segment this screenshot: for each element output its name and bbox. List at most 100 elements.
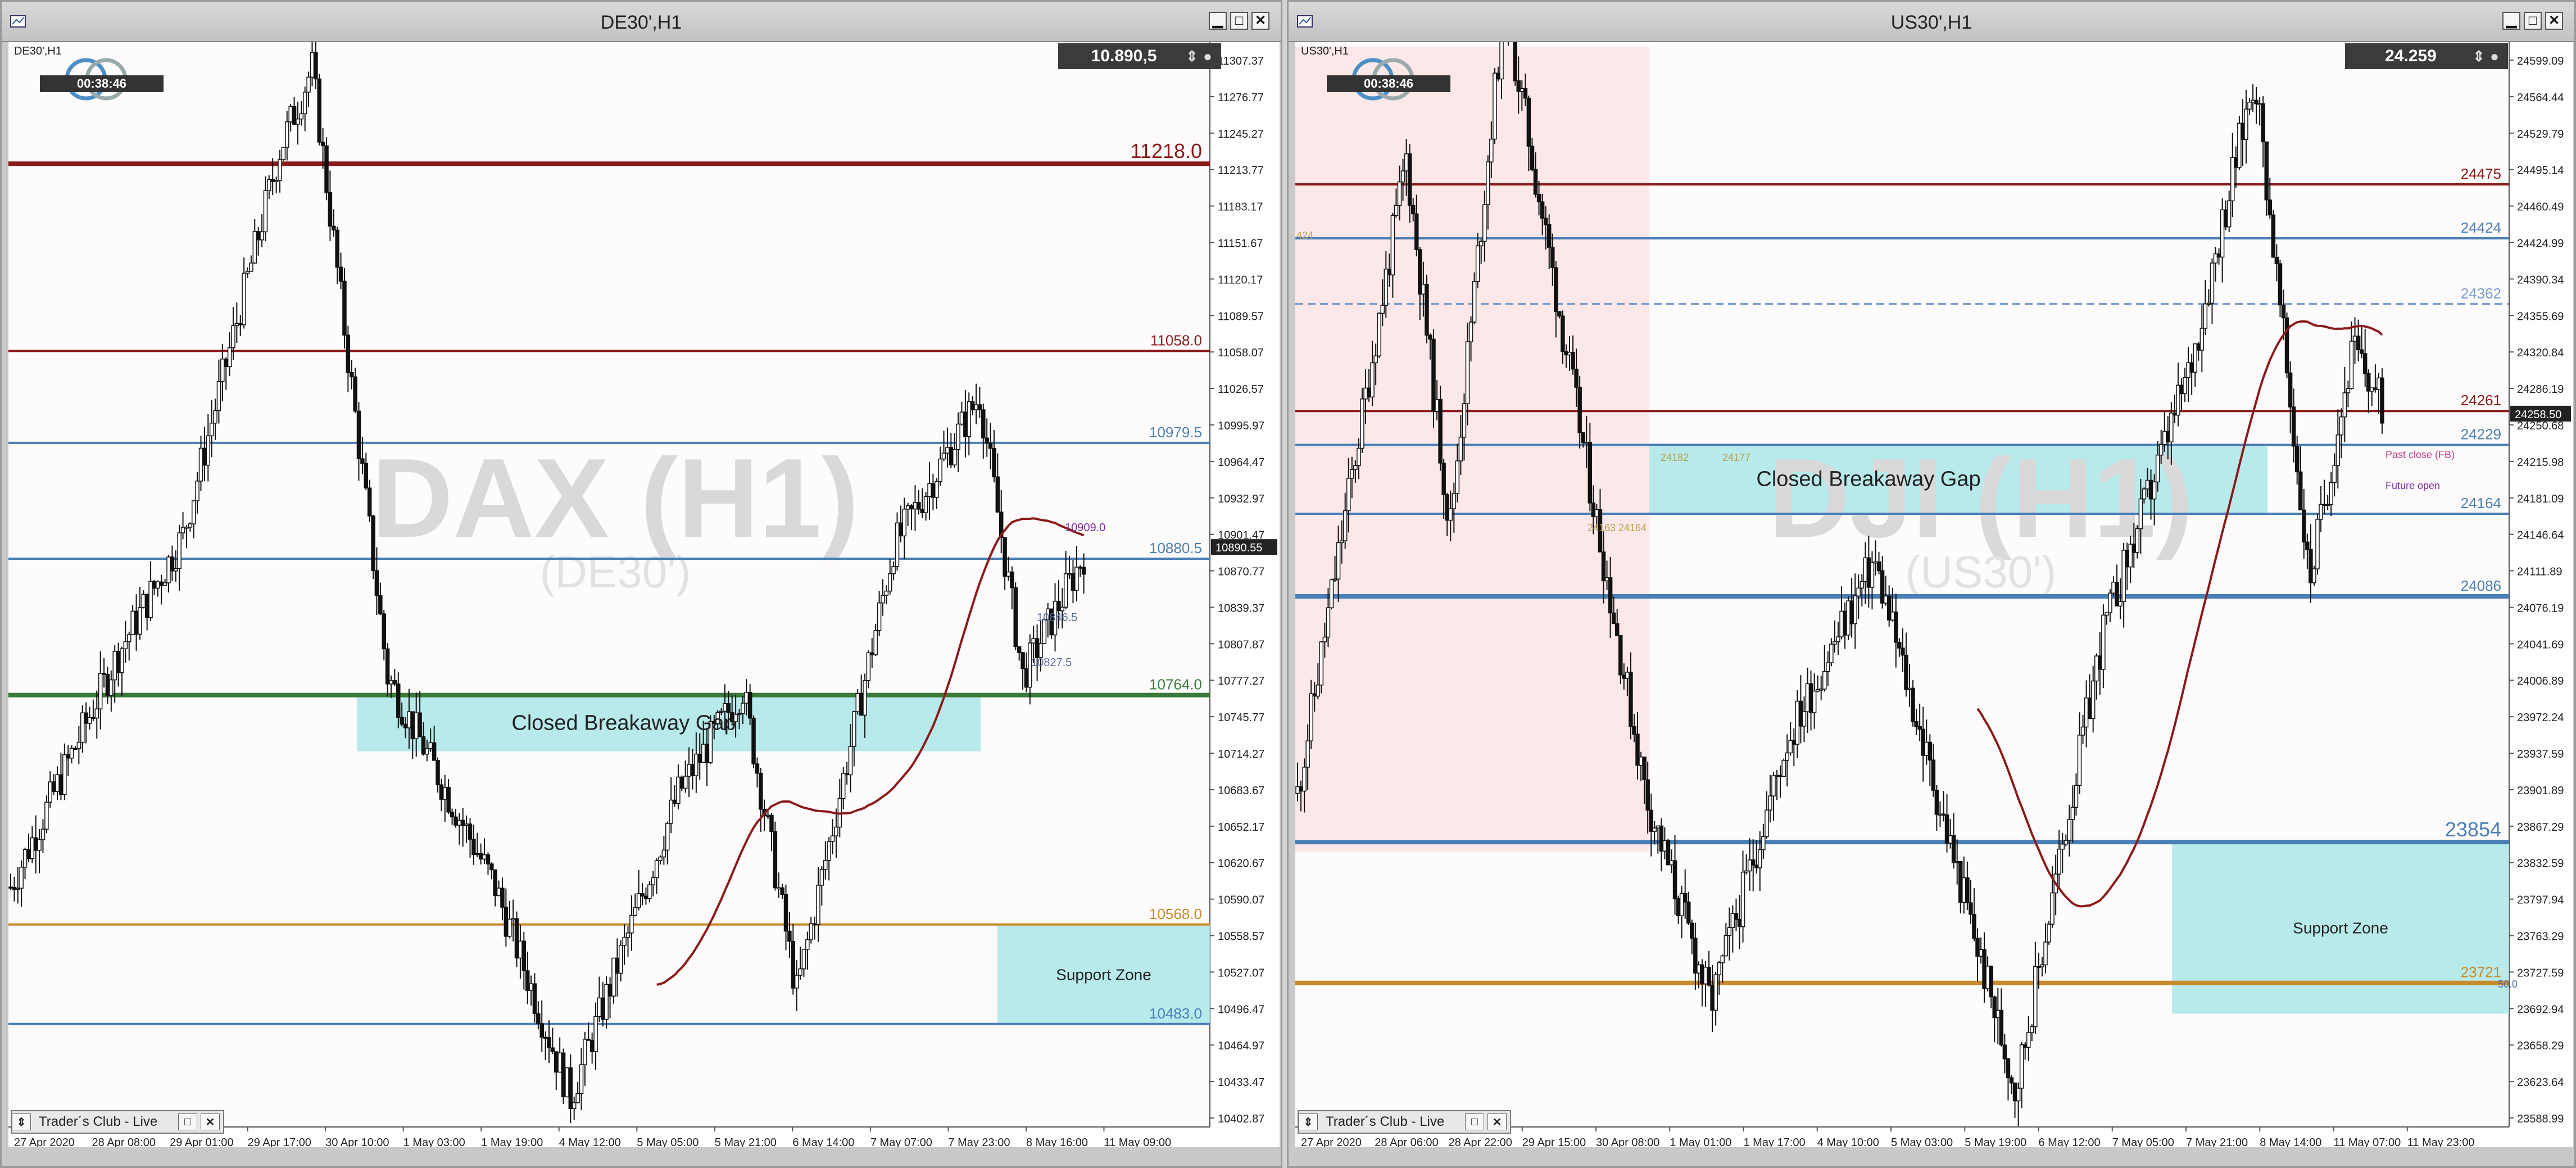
right-chart-window[interactable]: US30',H1 ▁ □ ✕ DJI (H1) (US30') US30',H1 24… (1287, 0, 2576, 1168)
price-display[interactable]: 24.259 ⇕ ● (2345, 43, 2508, 69)
candle-body (1679, 893, 1684, 916)
toggle-icon[interactable]: ● (1200, 48, 1216, 65)
candle-body (1523, 88, 1528, 99)
candle-body (1571, 351, 1575, 370)
candle-body (554, 1051, 559, 1073)
toggle-icon[interactable]: ● (2487, 48, 2502, 65)
candle-body (1370, 362, 1375, 398)
candle-body (2226, 200, 2232, 228)
minimize-button[interactable]: ▁ (1209, 12, 1227, 30)
candle-body (895, 522, 900, 567)
candle-body (543, 1036, 548, 1039)
candle-body (819, 869, 824, 886)
panel-close-icon[interactable]: ✕ (201, 1113, 220, 1130)
candle-body (1931, 759, 1936, 791)
candle-body (267, 179, 271, 191)
candle-body (690, 764, 695, 776)
candle-body (256, 231, 261, 241)
candle-body (1452, 493, 1457, 509)
candle-body (1024, 668, 1029, 688)
left-chart-window[interactable]: DE30',H1 ▁ □ ✕ DAX (H1) (DE30') DE30',H1 11… (0, 0, 1282, 1168)
close-button[interactable]: ✕ (1251, 12, 1269, 30)
candle-body (2101, 614, 2106, 670)
candle-body (2115, 582, 2119, 606)
panel-maximize-icon[interactable]: □ (1465, 1113, 1484, 1130)
candle-body (1805, 683, 1810, 712)
candle-body (2173, 413, 2177, 416)
left-price-chart[interactable]: DAX (H1)(DE30') DE30',H1 11218.0 11058.0 109… (8, 42, 1280, 1147)
candle-body (2131, 544, 2137, 553)
candle-body (1754, 864, 1759, 868)
time-axis-label: 1 May 17:00 (1744, 1137, 1806, 1147)
candle-body (58, 774, 64, 795)
candle-body (881, 595, 885, 604)
candle-body (2125, 550, 2129, 568)
price-axis-label: 10620.67 (1218, 858, 1264, 870)
candle-body (1921, 728, 1925, 756)
candle-body (629, 915, 634, 934)
candle-body (349, 372, 354, 378)
candle-body (332, 225, 336, 231)
candle-body (1067, 573, 1072, 576)
price-axis-label: 23937.59 (2517, 748, 2564, 760)
candle-body (2189, 362, 2194, 373)
candle-body (2349, 341, 2354, 390)
candle-body (1540, 201, 1545, 219)
right-title-bar[interactable]: US30',H1 ▁ □ ✕ (1289, 2, 2574, 42)
candle-body (116, 650, 121, 673)
price-axis-label: 24495.14 (2517, 165, 2564, 177)
adjust-icon[interactable]: ⇕ (1184, 48, 1200, 65)
candle-body (378, 595, 383, 614)
candle-body (1071, 573, 1076, 591)
panel-close-icon[interactable]: ✕ (1487, 1113, 1507, 1130)
candle-body (177, 532, 182, 569)
panel-arrow-icon[interactable]: ⇕ (12, 1113, 31, 1130)
candle-body (2080, 726, 2085, 736)
candle-body (30, 837, 35, 859)
symbol-watermark-sub: (DE30') (540, 547, 691, 597)
candle-body (120, 648, 124, 673)
bottom-panel[interactable]: ⇕ Trader´s Club - Live □ ✕ (1298, 1110, 1511, 1134)
right-price-chart[interactable]: DJI (H1)(US30') US30',H1 24475 24424 24362 24… (1295, 42, 2573, 1147)
candle-body (249, 262, 253, 272)
candle-body (1350, 469, 1354, 479)
candle-body (2166, 431, 2170, 442)
maximize-button[interactable]: □ (1230, 12, 1248, 30)
candle-body (1656, 825, 1661, 829)
candle-body (425, 748, 429, 755)
candle-body (2012, 1083, 2017, 1102)
price-axis-label: 24564.44 (2517, 92, 2564, 104)
panel-arrow-icon[interactable]: ⇕ (1299, 1113, 1318, 1130)
candle-body (439, 784, 444, 800)
price-axis-label: 23727.59 (2517, 967, 2564, 979)
candle-body (2373, 387, 2378, 390)
candle-body (2050, 892, 2055, 925)
adjust-icon[interactable]: ⇕ (2471, 48, 2487, 65)
close-button[interactable]: ✕ (2545, 12, 2563, 30)
minimize-button[interactable]: ▁ (2502, 12, 2520, 30)
candle-body (1710, 985, 1715, 1011)
candle-body (935, 481, 939, 498)
left-title-bar[interactable]: DE30',H1 ▁ □ ✕ (2, 2, 1281, 42)
candle-body (1326, 607, 1331, 638)
candle-body (1472, 280, 1477, 323)
maximize-button[interactable]: □ (2524, 12, 2542, 30)
candle-body (1808, 683, 1813, 713)
symbol-watermark: DJI (H1) (1768, 436, 2193, 561)
candle-body (2067, 819, 2072, 841)
annotation-label: 10827.5 (1031, 657, 1072, 669)
candle-body (493, 869, 497, 897)
candle-body (1003, 537, 1007, 577)
candle-body (252, 231, 257, 264)
price-display[interactable]: 10.890,5 ⇕ ● (1058, 43, 1221, 69)
candle-body (170, 556, 175, 572)
panel-maximize-icon[interactable]: □ (178, 1113, 197, 1130)
bottom-panel[interactable]: ⇕ Trader´s Club - Live □ ✕ (11, 1110, 224, 1134)
candle-body (866, 652, 871, 681)
candle-body (385, 648, 390, 685)
annotation-label: 24164 (1618, 522, 1647, 533)
candle-body (1886, 595, 1892, 621)
time-axis-label: 7 May 23:00 (948, 1137, 1010, 1147)
candle-body (1343, 510, 1348, 541)
candle-body (2216, 253, 2221, 258)
